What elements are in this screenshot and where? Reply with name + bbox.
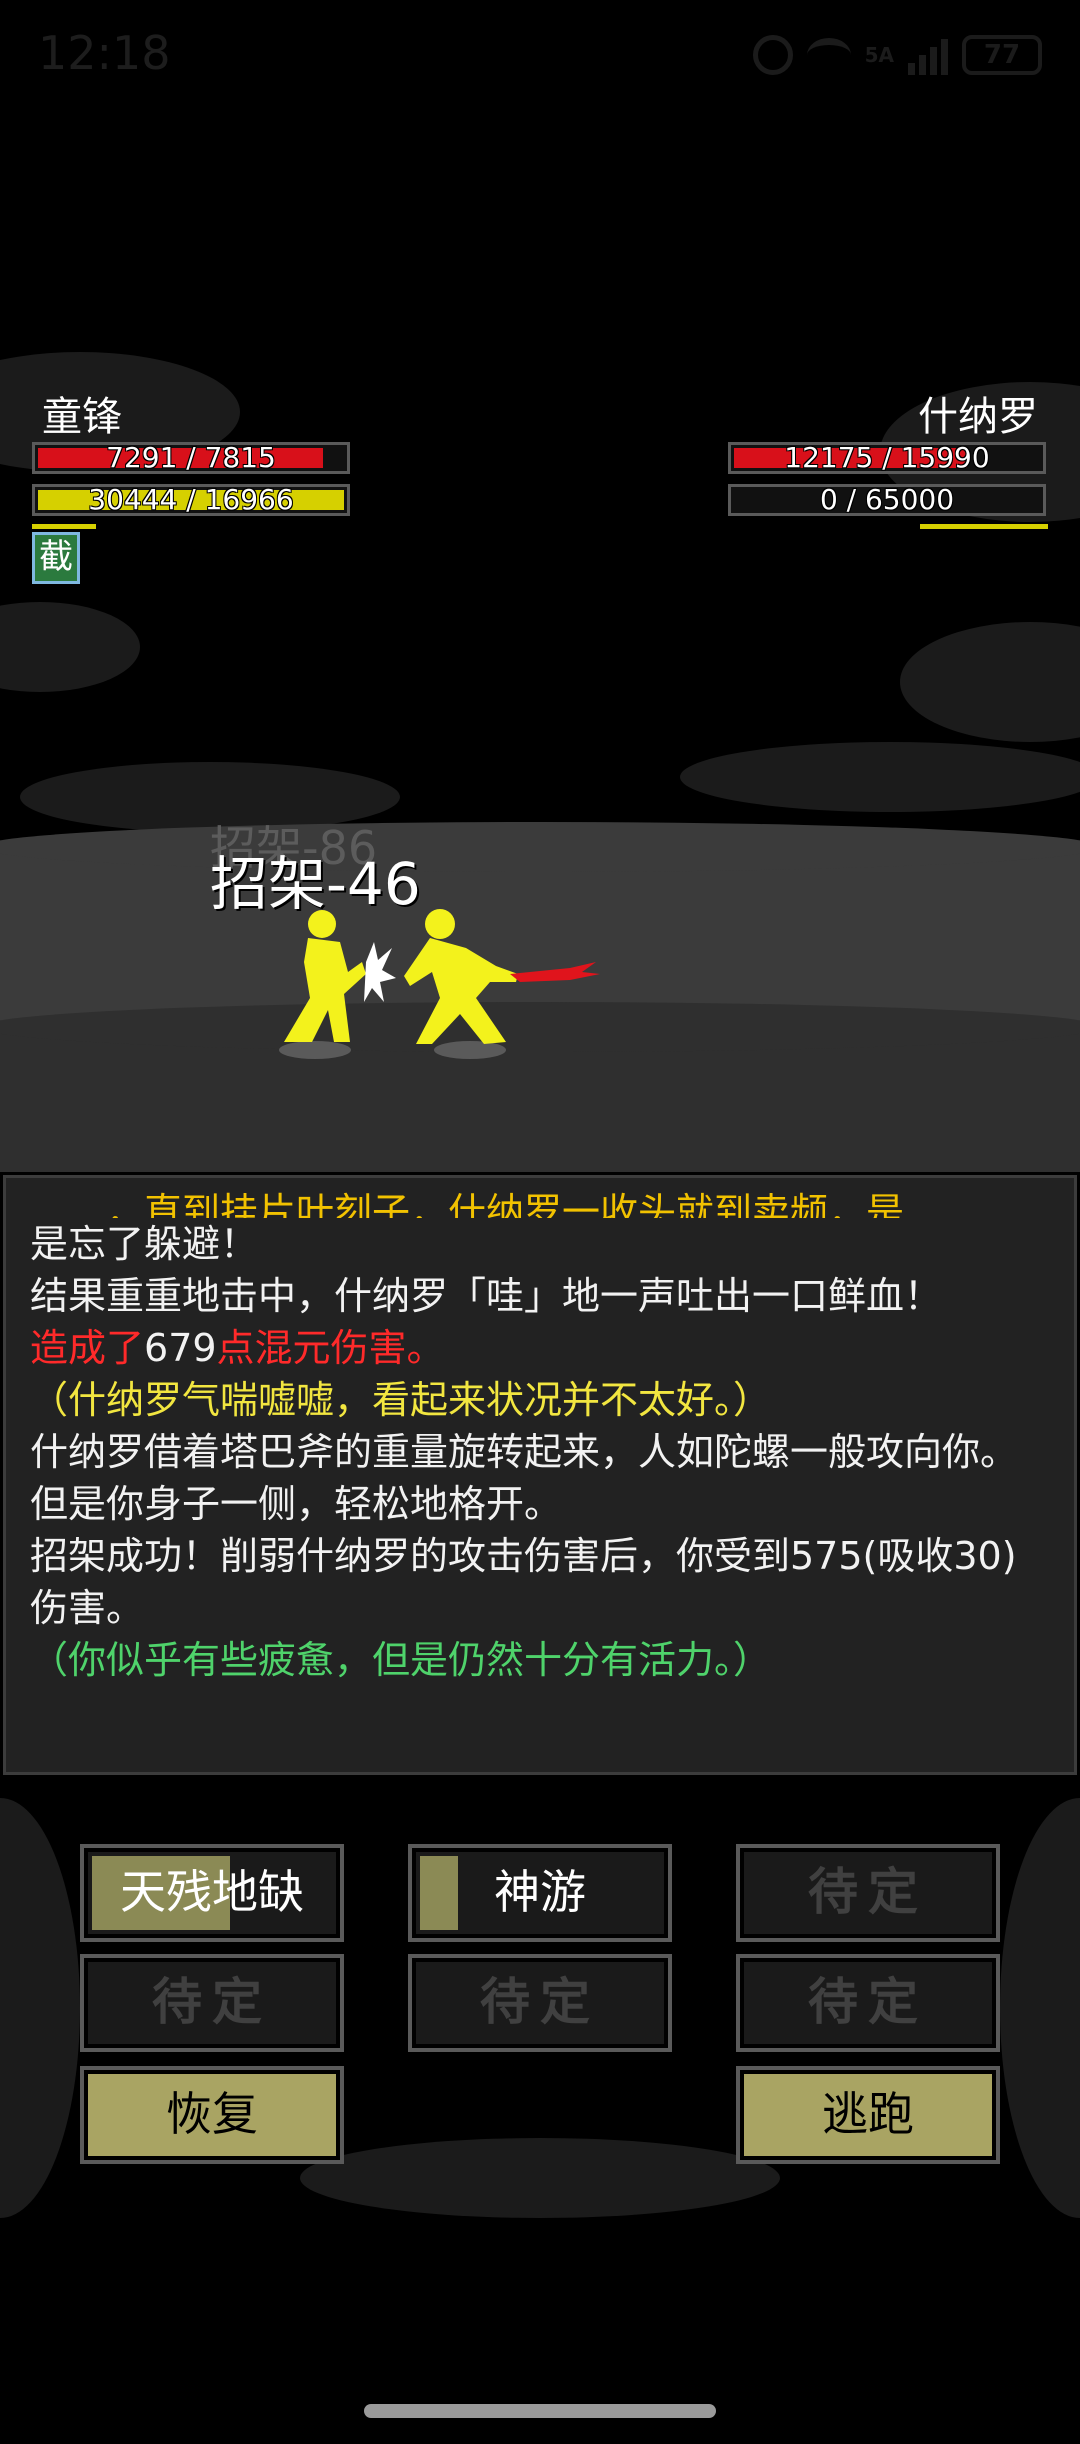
clock: 12:18 xyxy=(38,26,171,80)
log-damage-suffix: 点混元伤害。 xyxy=(216,1326,445,1370)
log-line: 结果重重地击中，什纳罗「哇」地一声吐出一口鲜血！ xyxy=(30,1274,943,1318)
player-shadow xyxy=(279,1041,351,1059)
signal-icon xyxy=(908,35,948,75)
buff-icon[interactable]: 截 xyxy=(32,532,80,584)
slot-label: 待定 xyxy=(808,1972,928,2031)
log-line-cut: ……，直到挂片叶刻子，什纳罗一收头就到卖频，是 xyxy=(30,1190,905,1218)
fighters-sprite xyxy=(279,909,600,1059)
network-label: 5A xyxy=(864,43,894,67)
log-line: 招架成功！削弱什纳罗的攻击伤害后，你受到575(吸收30)伤害。 xyxy=(30,1534,1017,1630)
enemy-name: 什纳罗 xyxy=(918,394,1038,440)
enemy-mp-value: 0 / 65000 xyxy=(819,483,955,516)
player-mp-bar: 30444 / 16966 xyxy=(32,484,350,516)
empty-skill-slot[interactable]: 待定 xyxy=(736,1954,1000,2052)
escape-label: 逃跑 xyxy=(822,2087,914,2141)
log-line: 但是你身子一侧，轻松地格开。 xyxy=(30,1482,563,1526)
escape-button[interactable]: 逃跑 xyxy=(736,2066,1000,2164)
player-hp-bar: 7291 / 7815 xyxy=(32,442,350,474)
slot-label: 待定 xyxy=(152,1972,272,2031)
empty-skill-slot[interactable]: 待定 xyxy=(80,1954,344,2052)
battery-icon: 77 xyxy=(962,35,1042,75)
battle-log[interactable]: ……，直到挂片叶刻子，什纳罗一收头就到卖频，是 是忘了躲避！ 结果重重地击中，什… xyxy=(3,1175,1077,1775)
log-damage-value: 679 xyxy=(144,1326,217,1370)
log-line-damage: 造成了679点混元伤害。 xyxy=(30,1322,1050,1374)
slot-label: 待定 xyxy=(808,1862,928,1921)
skill-label: 天残地缺 xyxy=(120,1865,304,1919)
player-fighter-icon xyxy=(284,910,366,1042)
player-name: 童锋 xyxy=(42,394,122,440)
skill-button-shenyou[interactable]: 神游 xyxy=(408,1844,672,1942)
enemy-shadow xyxy=(434,1041,506,1059)
axe-slash-icon xyxy=(510,962,600,982)
status-bar: 12:18 5A 77 xyxy=(0,0,1080,110)
impact-flash-icon xyxy=(364,942,396,1002)
skill-button-tiancan[interactable]: 天残地缺 xyxy=(80,1844,344,1942)
enemy-hp-value: 12175 / 15990 xyxy=(784,441,990,474)
skill-label: 神游 xyxy=(494,1865,586,1919)
alarm-icon xyxy=(752,35,793,75)
wifi-icon xyxy=(806,38,851,72)
empty-skill-slot[interactable]: 待定 xyxy=(408,1954,672,2052)
empty-skill-slot[interactable]: 待定 xyxy=(736,1844,1000,1942)
home-indicator[interactable] xyxy=(364,2404,716,2418)
battle-scene: 童锋 7291 / 7815 30444 / 16966 截 什纳罗 12175… xyxy=(0,322,1080,1172)
enemy-hp-bar: 12175 / 15990 xyxy=(728,442,1046,474)
enemy-mp-bar: 0 / 65000 xyxy=(728,484,1046,516)
log-line: 什纳罗借着塔巴斧的重量旋转起来，人如陀螺一般攻向你。 xyxy=(30,1430,1019,1474)
log-line-player-status: （你似乎有些疲惫，但是仍然十分有活力。） xyxy=(30,1638,772,1682)
log-line-enemy-status: （什纳罗气喘嘘嘘，看起来状况并不太好。） xyxy=(30,1378,772,1422)
enemy-energy-line xyxy=(920,524,1048,529)
player-energy-line xyxy=(32,524,96,529)
player-hp-value: 7291 / 7815 xyxy=(106,441,276,474)
slot-label: 待定 xyxy=(480,1972,600,2031)
recover-label: 恢复 xyxy=(166,2087,258,2141)
status-icons: 5A 77 xyxy=(752,32,1042,78)
log-line: 是忘了躲避！ xyxy=(30,1222,259,1266)
enemy-fighter-icon xyxy=(404,909,518,1044)
log-damage-prefix: 造成了 xyxy=(30,1326,145,1370)
player-mp-value: 30444 / 16966 xyxy=(88,483,294,516)
action-panel: 天残地缺 神游 待定 待定 待定 待定 恢复 逃跑 xyxy=(0,1778,1080,2243)
recover-button[interactable]: 恢复 xyxy=(80,2066,344,2164)
